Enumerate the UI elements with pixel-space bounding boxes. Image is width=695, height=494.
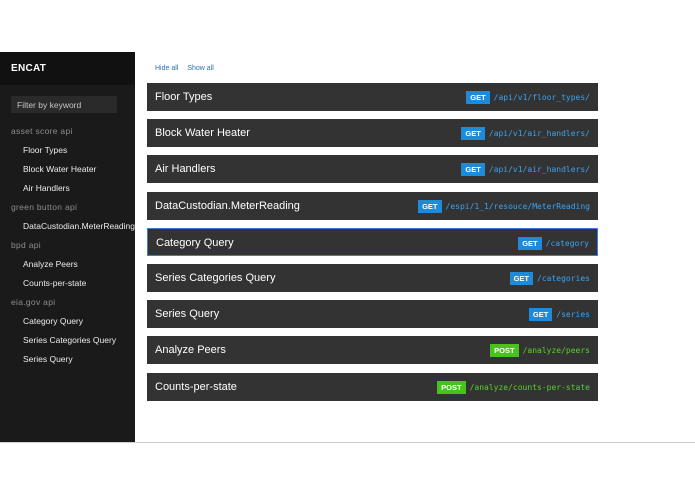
endpoint-row-air-handlers[interactable]: Air Handlers GET/api/v1/air_handlers/: [147, 155, 598, 183]
endpoint-meta: POST/analyze/peers: [490, 336, 590, 364]
endpoint-meta: GET/categories: [509, 264, 590, 292]
endpoint-title: DataCustodian.MeterReading: [155, 200, 300, 212]
endpoint-meta: GET/api/v1/air_handlers/: [461, 119, 590, 147]
method-badge: GET: [461, 126, 485, 140]
endpoint-row-series-query[interactable]: Series Query GET/series: [147, 300, 598, 328]
sidebar-item-block-water-heater[interactable]: Block Water Heater: [0, 162, 135, 181]
method-badge: GET: [509, 271, 534, 285]
endpoint-row-floor-types[interactable]: Floor Types GET/api/v1/floor_types/: [147, 83, 598, 111]
endpoint-title: Block Water Heater: [155, 127, 250, 139]
filter-input[interactable]: [11, 96, 117, 113]
method-badge: GET: [518, 236, 542, 250]
endpoint-meta: GET/api/v1/air_handlers/: [461, 155, 590, 183]
endpoint-meta: GET/category: [518, 229, 589, 257]
sidebar-item-analyze-peers[interactable]: Analyze Peers: [0, 257, 135, 276]
sidebar-item-datacustodian-meterreading[interactable]: DataCustodian.MeterReading: [0, 219, 135, 238]
endpoint-title: Series Categories Query: [155, 272, 276, 284]
sidebar-item-category-query[interactable]: Category Query: [0, 314, 135, 333]
endpoint-path[interactable]: /category: [546, 239, 589, 248]
method-badge: GET: [418, 199, 442, 213]
show-all-link[interactable]: Show all: [187, 65, 213, 72]
endpoint-path[interactable]: /categories: [537, 274, 590, 283]
app-window: ENCAT asset score apiFloor TypesBlock Wa…: [0, 52, 695, 443]
method-badge: GET: [528, 307, 553, 321]
sidebar-item-air-handlers[interactable]: Air Handlers: [0, 181, 135, 200]
sidebar-group-bpd-api: bpd api: [11, 240, 41, 250]
endpoint-path[interactable]: /espi/1_1/resouce/MeterReading: [446, 202, 591, 211]
sidebar-group-eia-gov-api: eia.gov api: [11, 297, 56, 307]
hide-all-link[interactable]: Hide all: [155, 65, 178, 72]
method-badge: POST: [490, 343, 519, 357]
endpoint-row-analyze-peers[interactable]: Analyze Peers POST/analyze/peers: [147, 336, 598, 364]
endpoint-row-block-water-heater[interactable]: Block Water Heater GET/api/v1/air_handler…: [147, 119, 598, 147]
endpoint-path[interactable]: /analyze/peers: [523, 346, 590, 355]
endpoint-title: Analyze Peers: [155, 344, 226, 356]
brand-title: ENCAT: [0, 52, 135, 85]
sidebar-item-series-query[interactable]: Series Query: [0, 352, 135, 371]
sidebar-nav: asset score api Floor Types Block Water He…: [0, 124, 135, 371]
endpoint-title: Category Query: [156, 237, 234, 249]
sidebar-group-asset-score-api: asset score api: [11, 126, 73, 136]
endpoint-row-counts-per-state[interactable]: Counts-per-state POST/analyze/counts-per-…: [147, 373, 598, 401]
method-badge: POST: [437, 380, 466, 394]
sidebar: ENCAT asset score api Floor TypesBlock Wa…: [0, 52, 135, 442]
endpoint-meta: GET/espi/1_1/resouce/MeterReading: [418, 192, 590, 220]
endpoint-row-series-categories-query[interactable]: Series Categories Query GET/categories: [147, 264, 598, 292]
endpoint-title: Counts-per-state: [155, 381, 237, 393]
method-badge: GET: [461, 162, 485, 176]
endpoint-path[interactable]: /api/v1/air_handlers/: [489, 165, 590, 174]
endpoint-meta: GET/api/v1/floor_types/: [466, 83, 590, 111]
toolbar-links: Hide all Show all: [155, 65, 221, 72]
endpoint-path[interactable]: /api/v1/floor_types/: [494, 93, 590, 102]
sidebar-item-floor-types[interactable]: Floor Types: [0, 143, 135, 162]
endpoint-title: Series Query: [155, 308, 220, 320]
sidebar-group-green-button-api: green button api: [11, 202, 78, 212]
endpoint-path[interactable]: /analyze/counts-per-state: [470, 383, 590, 392]
sidebar-item-counts-per-state[interactable]: Counts-per-state: [0, 276, 135, 295]
endpoint-meta: POST/analyze/counts-per-state: [437, 373, 590, 401]
endpoint-title: Floor Types: [155, 91, 213, 103]
endpoint-title: Air Handlers: [155, 163, 216, 175]
endpoint-path[interactable]: /api/v1/air_handlers/: [489, 129, 590, 138]
sidebar-item-series-categories-query[interactable]: Series Categories Query: [0, 333, 135, 352]
endpoint-meta: GET/series: [528, 300, 590, 328]
method-badge: GET: [466, 90, 490, 104]
endpoint-path[interactable]: /series: [556, 310, 590, 319]
endpoint-row-datacustodian-meterreading[interactable]: DataCustodian.MeterReading GET/espi/1_1/r…: [147, 192, 598, 220]
endpoint-row-category-query[interactable]: Category Query GET/category: [147, 228, 598, 256]
